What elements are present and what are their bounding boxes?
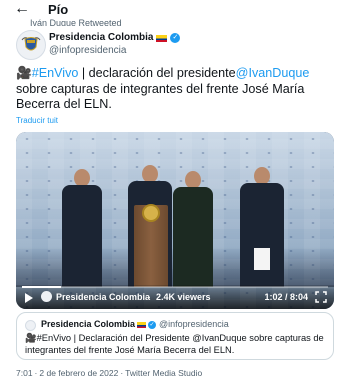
tweet-date[interactable]: 2 de febrero de 2022 — [39, 368, 118, 378]
verified-badge-icon: ✓ — [148, 320, 157, 329]
meta-separator: · — [34, 368, 38, 378]
page-title: Pío — [48, 2, 69, 17]
retweet-context[interactable]: Iván Duque Retweeted — [30, 18, 122, 26]
video-player[interactable]: Presidencia Colombia · 2.4K viewers 1:02… — [16, 132, 334, 309]
mention-link[interactable]: @IvanDuque — [236, 66, 310, 80]
quote-author-name: Presidencia Colombia — [41, 319, 136, 329]
person-left — [62, 169, 102, 287]
retweet-context-label: Iván Duque Retweeted — [30, 18, 122, 26]
video-frame — [16, 132, 334, 309]
tweet-time[interactable]: 7:01 — [16, 368, 33, 378]
podium-seal-icon — [142, 204, 160, 222]
fullscreen-icon[interactable] — [315, 291, 327, 303]
tweet-author: Presidencia Colombia ✓ @infopresidencia — [16, 30, 336, 62]
tweet-meta: 7:01 · 2 de febrero de 2022 · Twitter Media … — [16, 368, 202, 379]
coat-of-arms-icon — [21, 37, 41, 51]
hashtag-link[interactable]: #EnVivo — [32, 66, 79, 80]
channel-avatar — [41, 291, 52, 302]
video-progress-bar[interactable] — [22, 286, 328, 288]
separator-dot: · — [148, 292, 151, 302]
top-bar: ← Pío — [0, 0, 350, 18]
meta-separator: · — [120, 368, 124, 378]
tweet-text-part-2: sobre capturas de integrantes del frente… — [16, 81, 305, 112]
quote-header: Presidencia Colombia ✓ @infopresidencia — [41, 319, 229, 330]
author-name-row[interactable]: Presidencia Colombia ✓ — [49, 32, 181, 44]
quote-avatar — [25, 320, 36, 331]
tweet-text: 🎥#EnVivo | declaración del presidente@Iv… — [16, 66, 338, 113]
author-handle[interactable]: @infopresidencia — [49, 45, 126, 57]
quote-text: 🎥#EnVivo | Declaración del Presidente @I… — [25, 333, 324, 355]
video-controls: Presidencia Colombia · 2.4K viewers 1:02… — [16, 285, 334, 309]
tweet-source[interactable]: Twitter Media Studio — [125, 368, 202, 378]
author-name[interactable]: Presidencia Colombia — [49, 32, 153, 44]
channel-name: Presidencia Colombia — [56, 292, 151, 302]
quoted-tweet[interactable]: Presidencia Colombia ✓ @infopresidencia … — [16, 312, 334, 360]
back-button[interactable]: ← — [14, 0, 30, 17]
arrow-left-icon: ← — [14, 0, 30, 17]
colombia-flag-icon — [156, 34, 168, 42]
avatar[interactable] — [16, 30, 46, 60]
video-camera-icon: 🎥 — [16, 66, 32, 80]
tweet-text-part-1: | declaración del presidente — [78, 66, 236, 80]
video-progress-fill — [22, 286, 62, 288]
person-uniform — [173, 171, 213, 287]
quote-author-handle: @infopresidencia — [159, 319, 229, 329]
colombia-flag-icon — [137, 321, 147, 328]
video-time: 1:02 / 8:04 — [264, 292, 308, 302]
verified-badge-icon: ✓ — [170, 33, 181, 43]
papers — [254, 248, 270, 270]
play-icon[interactable] — [25, 293, 33, 303]
viewer-count: 2.4K viewers — [156, 292, 211, 302]
translate-link[interactable]: Traducir tuit — [16, 116, 58, 126]
